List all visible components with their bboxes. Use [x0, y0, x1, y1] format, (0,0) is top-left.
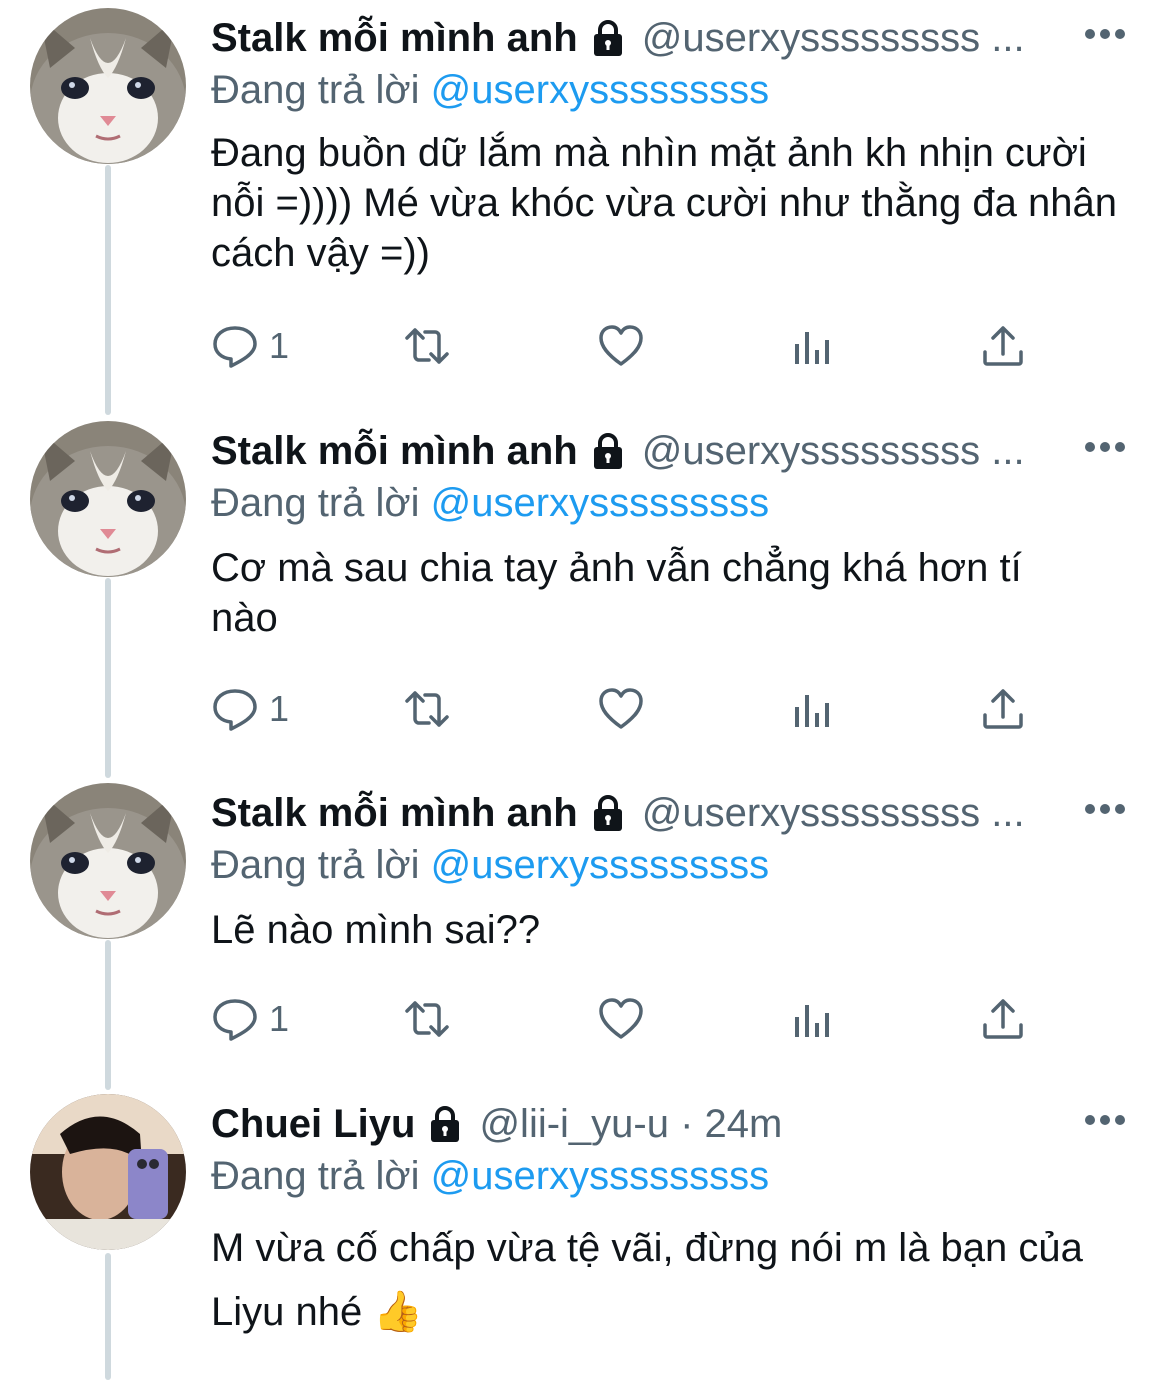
like-button[interactable]	[597, 989, 645, 1049]
replying-to: Đang trả lời @userxysssssssss	[211, 481, 769, 526]
reply-count: 1	[269, 688, 290, 729]
retweet-icon	[403, 322, 451, 370]
tweet-header: Stalk mỗi mình anh @userxysssssssss ...	[211, 421, 1130, 481]
share-icon	[979, 322, 1027, 370]
share-button[interactable]	[979, 679, 1027, 739]
views-icon	[789, 685, 837, 733]
reply-count: 1	[269, 998, 290, 1039]
reply-mention-link[interactable]: @userxysssssssss	[431, 1154, 769, 1198]
reply-prefix: Đang trả lời	[211, 1154, 420, 1198]
reply-icon	[211, 685, 259, 733]
lock-icon	[588, 431, 628, 471]
user-handle[interactable]: @lii-i_yu-u · 24m	[479, 1102, 782, 1147]
retweet-icon	[403, 685, 451, 733]
heart-icon	[597, 685, 645, 733]
tweet-text: Đang buồn dữ lắm mà nhìn mặt ảnh kh nhịn…	[211, 131, 1117, 275]
more-icon[interactable]	[1080, 789, 1130, 829]
avatar[interactable]	[30, 8, 186, 164]
reply-icon	[211, 995, 259, 1043]
reply-button[interactable]: 1	[211, 679, 289, 739]
user-handle[interactable]: @userxysssssssss ...	[642, 429, 1025, 474]
reply-button[interactable]: 1	[211, 316, 289, 376]
tweet-header: Stalk mỗi mình anh @userxysssssssss ...	[211, 783, 1130, 843]
tweet-header: Stalk mỗi mình anh @userxysssssssss ...	[211, 8, 1130, 68]
reply-button[interactable]: 1	[211, 989, 289, 1049]
display-name[interactable]: Stalk mỗi mình anh	[211, 429, 578, 474]
views-button[interactable]	[789, 679, 837, 739]
tweet[interactable]: Stalk mỗi mình anh @userxysssssssss ... …	[0, 421, 1170, 761]
share-icon	[979, 995, 1027, 1043]
user-handle[interactable]: @userxysssssssss ...	[642, 791, 1025, 836]
reply-icon	[211, 322, 259, 370]
more-icon[interactable]	[1080, 1100, 1130, 1140]
display-name[interactable]: Stalk mỗi mình anh	[211, 791, 578, 836]
tweet[interactable]: Chuei Liyu @lii-i_yu-u · 24m Đang trả lờ…	[0, 1094, 1170, 1380]
tweet-text: Cơ mà sau chia tay ảnh vẫn chẳng khá hơn…	[211, 546, 1022, 640]
tweet-actions: 1	[211, 679, 1041, 739]
share-icon	[979, 685, 1027, 733]
reply-count: 1	[269, 325, 290, 366]
lock-icon	[425, 1104, 465, 1144]
like-button[interactable]	[597, 316, 645, 376]
tweet-actions: 1	[211, 316, 1041, 376]
like-button[interactable]	[597, 679, 645, 739]
views-button[interactable]	[789, 989, 837, 1049]
tweet-actions: 1	[211, 989, 1041, 1049]
avatar[interactable]	[30, 421, 186, 577]
reply-mention-link[interactable]: @userxysssssssss	[431, 843, 769, 887]
display-name[interactable]: Stalk mỗi mình anh	[211, 16, 578, 61]
reply-prefix: Đang trả lời	[211, 843, 420, 887]
avatar[interactable]	[30, 1094, 186, 1250]
tweet[interactable]: Stalk mỗi mình anh @userxysssssssss ... …	[0, 783, 1170, 1073]
replying-to: Đang trả lời @userxysssssssss	[211, 68, 769, 113]
views-button[interactable]	[789, 316, 837, 376]
retweet-button[interactable]	[403, 679, 451, 739]
views-icon	[789, 322, 837, 370]
display-name[interactable]: Chuei Liyu	[211, 1102, 415, 1147]
share-button[interactable]	[979, 989, 1027, 1049]
reply-prefix: Đang trả lời	[211, 481, 420, 525]
views-icon	[789, 995, 837, 1043]
heart-icon	[597, 322, 645, 370]
tweet-header: Chuei Liyu @lii-i_yu-u · 24m	[211, 1094, 1130, 1154]
heart-icon	[597, 995, 645, 1043]
tweet[interactable]: Stalk mỗi mình anh @userxysssssssss ... …	[0, 8, 1170, 408]
user-handle[interactable]: @userxysssssssss ...	[642, 16, 1025, 61]
reply-mention-link[interactable]: @userxysssssssss	[431, 68, 769, 112]
reply-mention-link[interactable]: @userxysssssssss	[431, 481, 769, 525]
more-icon[interactable]	[1080, 427, 1130, 467]
more-icon[interactable]	[1080, 14, 1130, 54]
retweet-button[interactable]	[403, 316, 451, 376]
replying-to: Đang trả lời @userxysssssssss	[211, 1154, 769, 1199]
share-button[interactable]	[979, 316, 1027, 376]
reply-prefix: Đang trả lời	[211, 68, 420, 112]
retweet-button[interactable]	[403, 989, 451, 1049]
lock-icon	[588, 18, 628, 58]
replying-to: Đang trả lời @userxysssssssss	[211, 843, 769, 888]
tweet-text: M vừa cố chấp vừa tệ vãi, đừng nói m là …	[211, 1226, 1083, 1334]
retweet-icon	[403, 995, 451, 1043]
avatar[interactable]	[30, 783, 186, 939]
lock-icon	[588, 793, 628, 833]
tweet-text: Lẽ nào mình sai??	[211, 908, 541, 952]
